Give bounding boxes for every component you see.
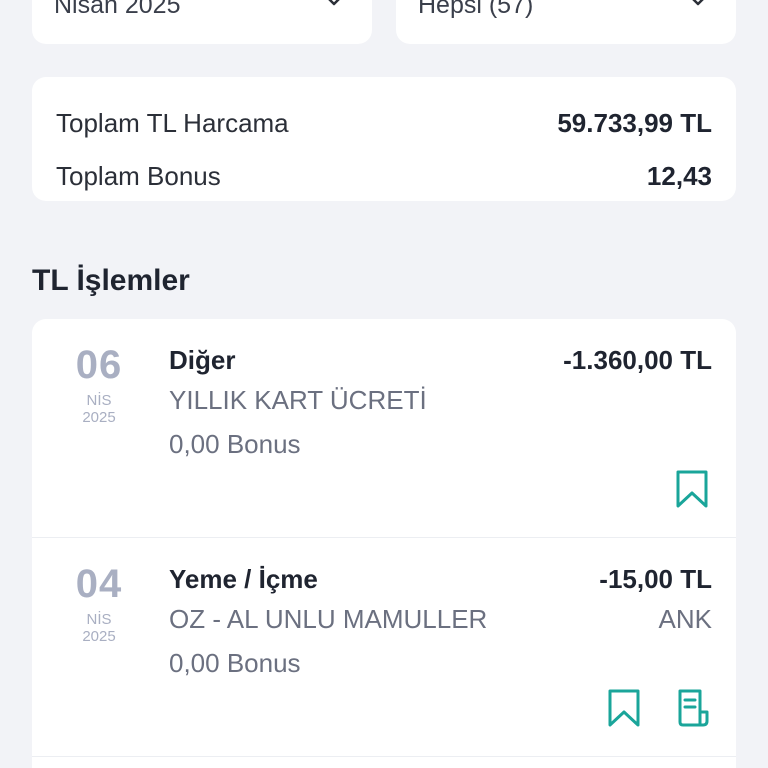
total-bonus-value: 12,43 [646, 161, 712, 191]
transaction-row[interactable]: 04 NİS 2025 Yeme / İçme OZ - AL UNLU MAM… [32, 538, 736, 757]
period-filter-dropdown[interactable]: Nisan 2025 [32, 0, 372, 44]
transaction-amount: -1.360,00 TL [563, 345, 712, 375]
transaction-month: NİS [86, 392, 112, 409]
transaction-actions [674, 469, 710, 509]
total-spend-label: Toplam TL Harcama [56, 108, 289, 138]
transaction-category: Yeme / İçme [169, 564, 318, 594]
summary-card: Toplam TL Harcama 59.733,99 TL Toplam Bo… [32, 77, 736, 201]
transaction-row[interactable]: 06 NİS 2025 Diğer YILLIK KART ÜCRETİ 0,0… [32, 319, 736, 538]
transaction-year: 2025 [82, 628, 116, 645]
transaction-date: 04 NİS 2025 [56, 562, 142, 645]
transaction-amount: -15,00 TL [599, 564, 712, 594]
transaction-city: ANK [658, 604, 712, 634]
transaction-month: NİS [86, 611, 112, 628]
total-bonus-label: Toplam Bonus [56, 161, 221, 191]
total-bonus-row: Toplam Bonus 12,43 [56, 150, 712, 203]
bookmark-icon[interactable] [674, 469, 710, 509]
category-filter-value: Hepsi (57) [418, 0, 534, 19]
transaction-merchant: OZ - AL UNLU MAMULLER [169, 604, 488, 634]
transaction-day: 04 [75, 562, 123, 606]
receipt-icon[interactable] [674, 688, 710, 728]
transaction-year: 2025 [82, 409, 116, 426]
transaction-bonus: 0,00 Bonus [169, 429, 301, 459]
transaction-day: 06 [75, 343, 123, 387]
transaction-actions [606, 688, 710, 728]
total-spend-row: Toplam TL Harcama 59.733,99 TL [56, 97, 712, 150]
total-spend-value: 59.733,99 TL [557, 108, 712, 138]
transaction-merchant: YILLIK KART ÜCRETİ [169, 385, 427, 415]
transaction-list: 06 NİS 2025 Diğer YILLIK KART ÜCRETİ 0,0… [32, 319, 736, 768]
chevron-down-icon [328, 0, 340, 6]
bookmark-icon[interactable] [606, 688, 642, 728]
category-filter-dropdown[interactable]: Hepsi (57) [396, 0, 736, 44]
transaction-bonus: 0,00 Bonus [169, 648, 301, 678]
transaction-date: 06 NİS 2025 [56, 343, 142, 426]
section-title: TL İşlemler [32, 264, 190, 297]
chevron-down-icon [692, 0, 704, 6]
period-filter-value: Nisan 2025 [54, 0, 181, 19]
transaction-category: Diğer [169, 345, 236, 375]
